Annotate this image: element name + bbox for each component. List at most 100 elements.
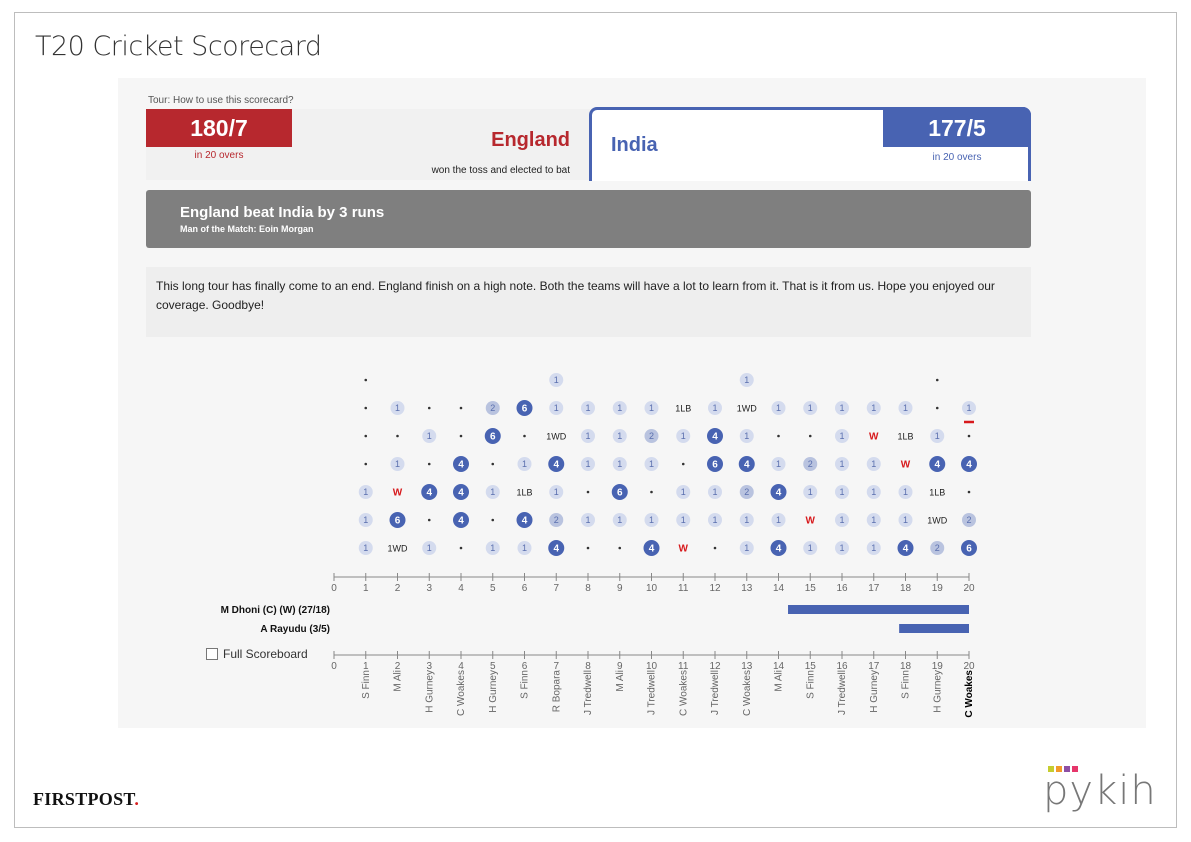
bowler-label: S Finn xyxy=(520,670,531,699)
ball-label: 1 xyxy=(617,459,622,469)
ball-label: 1 xyxy=(839,403,844,413)
ball-label: 1 xyxy=(871,515,876,525)
dot-ball xyxy=(459,434,463,438)
ball-label: 1 xyxy=(776,403,781,413)
axis-tick-label: 2 xyxy=(395,583,401,594)
ball-label: 1 xyxy=(363,543,368,553)
ball-label: 1 xyxy=(776,459,781,469)
axis-tick-label: 19 xyxy=(932,583,944,594)
ball-label: 1 xyxy=(839,459,844,469)
axis-tick-label: 4 xyxy=(458,583,464,594)
ball-label: 2 xyxy=(744,487,749,497)
dot-ball xyxy=(364,462,368,466)
ball-label: 1 xyxy=(395,403,400,413)
dot-ball xyxy=(427,518,431,522)
ball-label: 1 xyxy=(554,375,559,385)
extra-ball-label: 1LB xyxy=(516,488,532,498)
bowler-label: H Gurney xyxy=(869,670,880,713)
ball-label: 4 xyxy=(458,488,464,499)
ball-label: 1 xyxy=(363,515,368,525)
ball-label: 1 xyxy=(839,515,844,525)
axis-tick-label: 3 xyxy=(426,583,432,594)
ball-label: 2 xyxy=(966,515,971,525)
dot-ball xyxy=(586,546,590,550)
bowler-label: H Gurney xyxy=(424,670,435,713)
ball-label: 1 xyxy=(744,431,749,441)
axis-tick-label: 7 xyxy=(553,583,559,594)
dot-ball xyxy=(586,490,590,494)
ball-label: 1 xyxy=(649,515,654,525)
over-by-over-chart: 1 1WD 1 1 1 4 4 W 1 4 1 1 1 4 2 61 6 4 4 2 1 1 1 1 1 1 1 W 1 1 1 1WD 21 W… xyxy=(221,373,977,718)
bowler-label: C Woakes xyxy=(964,670,975,718)
extra-ball-label: 1WD xyxy=(927,516,948,526)
ball-label: 1 xyxy=(617,515,622,525)
full-scoreboard-toggle[interactable]: Full Scoreboard xyxy=(206,647,308,661)
ball-label: 1 xyxy=(522,459,527,469)
bowler-label: M Ali xyxy=(393,670,404,692)
extra-ball-label: 1LB xyxy=(675,404,691,414)
batsman-label: M Dhoni (C) (W) (27/18) xyxy=(221,605,330,616)
dot-ball xyxy=(935,406,939,410)
firstpost-logo: FIRSTPOST. xyxy=(33,789,139,810)
dot-ball xyxy=(396,434,399,438)
ball-label: 6 xyxy=(490,432,496,443)
axis-tick-label: 13 xyxy=(741,583,753,594)
dot-ball xyxy=(967,490,971,494)
full-scoreboard-label: Full Scoreboard xyxy=(223,647,308,661)
bowler-label: S Finn xyxy=(901,670,912,699)
ball-label: 4 xyxy=(776,544,782,555)
bowler-label: C Woakes xyxy=(742,670,753,716)
ball-label: 1 xyxy=(808,403,813,413)
wicket-ball-label: W xyxy=(901,460,911,471)
ball-label: 4 xyxy=(426,488,432,499)
ball-label: 6 xyxy=(395,516,401,527)
ball-label: 1 xyxy=(585,515,590,525)
ball-label: 1 xyxy=(903,487,908,497)
ball-label: 1 xyxy=(839,431,844,441)
axis-tick-label: 20 xyxy=(963,583,975,594)
ball-label: 1 xyxy=(427,431,432,441)
axis-tick-label: 10 xyxy=(646,583,658,594)
ball-label: 1 xyxy=(617,403,622,413)
dot-ball xyxy=(967,434,971,438)
firstpost-logo-dot: . xyxy=(134,789,140,809)
ball-label: 1 xyxy=(554,487,559,497)
ball-label: 1 xyxy=(522,543,527,553)
ball-label: 4 xyxy=(522,516,528,527)
ball-label: 1 xyxy=(363,487,368,497)
ball-label: 1 xyxy=(712,403,717,413)
dot-ball xyxy=(777,434,780,438)
ball-label: 1 xyxy=(490,487,495,497)
batsman-label: A Rayudu (3/5) xyxy=(260,624,330,635)
ball-label: 6 xyxy=(617,488,623,499)
ball-label: 1 xyxy=(935,431,940,441)
ball-label: 1 xyxy=(744,543,749,553)
axis-tick-label: 18 xyxy=(900,583,912,594)
bowler-label: R Bopara xyxy=(551,670,562,713)
ball-label: 1 xyxy=(871,543,876,553)
dot-ball xyxy=(364,406,368,410)
ball-label: 1 xyxy=(585,403,590,413)
dot-ball xyxy=(808,434,812,438)
ball-label: 1 xyxy=(871,403,876,413)
ball-label: 1 xyxy=(490,543,495,553)
ball-label: 2 xyxy=(808,459,813,469)
bowler-label: J Tredwell xyxy=(647,670,658,715)
ball-label: 1 xyxy=(649,459,654,469)
ball-label: 6 xyxy=(522,404,528,415)
ball-label: 1 xyxy=(871,487,876,497)
dot-ball xyxy=(459,406,463,410)
ball-label: 4 xyxy=(903,544,909,555)
axis-tick-label: 17 xyxy=(868,583,880,594)
extra-ball-label: 1WD xyxy=(388,544,409,554)
ball-label: 1 xyxy=(681,515,686,525)
wicket-ball-label: W xyxy=(393,488,403,499)
ball-label: 2 xyxy=(649,431,654,441)
full-scoreboard-checkbox[interactable] xyxy=(206,648,218,660)
ball-label: 1 xyxy=(839,487,844,497)
ball-label: 1 xyxy=(744,515,749,525)
ball-label: 4 xyxy=(553,544,559,555)
axis-tick-label: 8 xyxy=(585,583,591,594)
bowler-label: J Tredwell xyxy=(837,670,848,715)
axis-tick-label: 0 xyxy=(331,583,337,594)
